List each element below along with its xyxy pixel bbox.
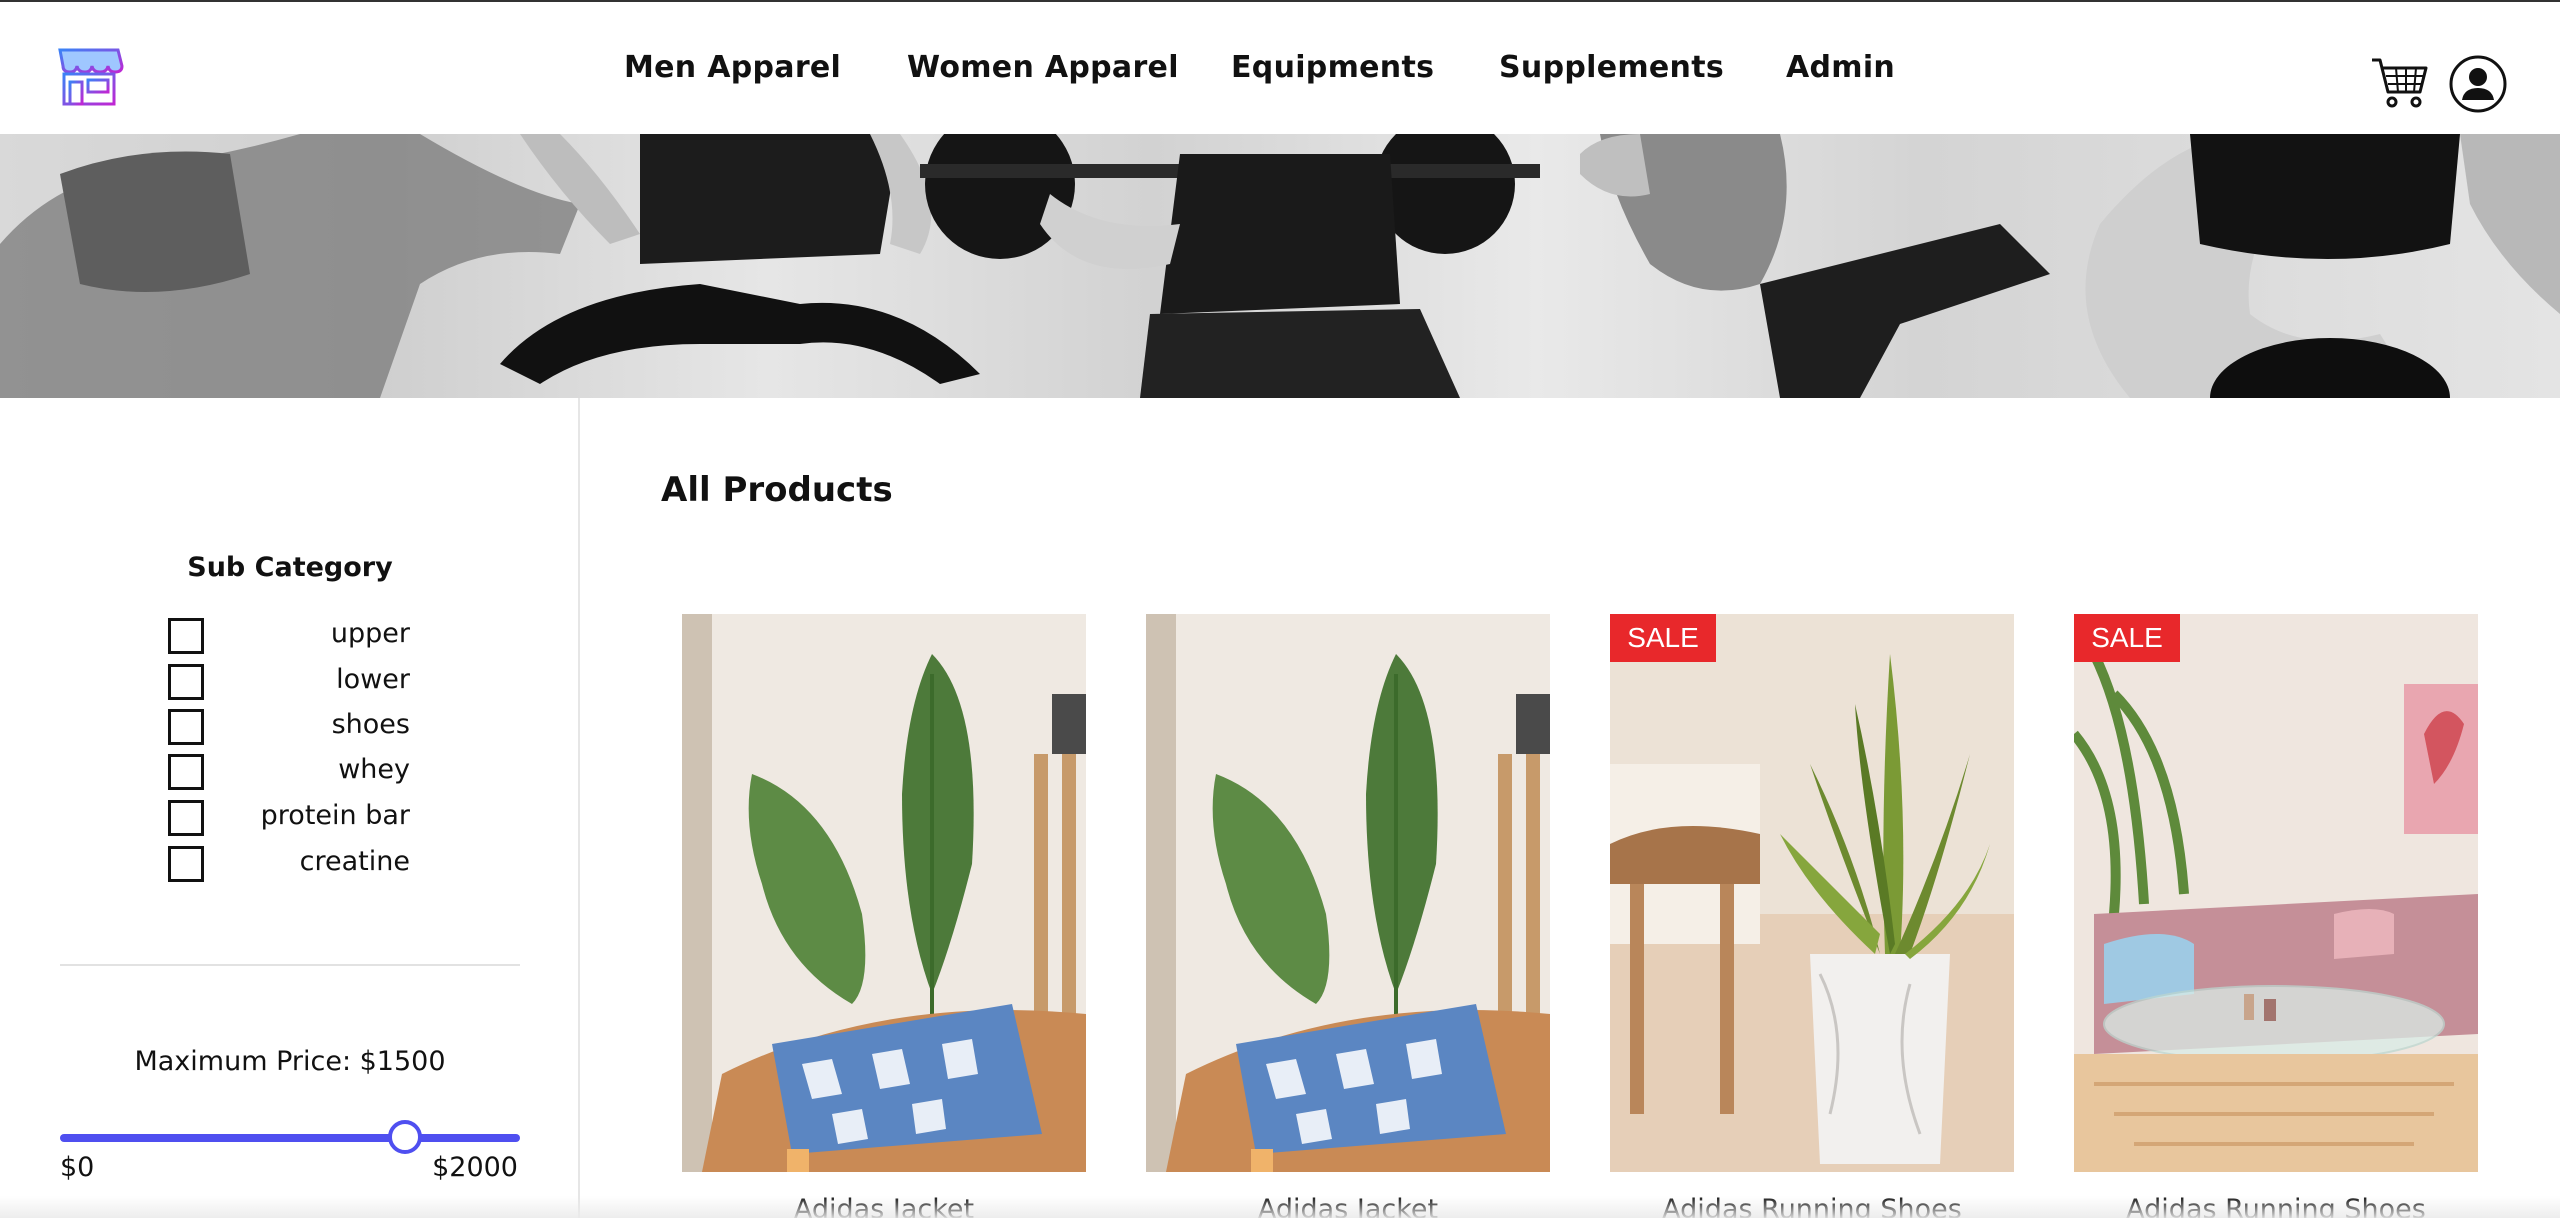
product-name[interactable]: Adidas Running Shoes — [1610, 1194, 2014, 1218]
product-name[interactable]: Adidas Jacket — [682, 1194, 1086, 1218]
filter-sidebar: Sub Category upper lower shoes whey prot… — [0, 398, 580, 1218]
filter-checkbox[interactable] — [168, 709, 204, 745]
filter-label: creatine — [299, 846, 410, 877]
slider-max-label: $2000 — [432, 1152, 518, 1183]
filter-creatine[interactable]: creatine — [168, 844, 410, 882]
filter-protein-bar[interactable]: protein bar — [168, 798, 410, 836]
filter-checkbox[interactable] — [168, 664, 204, 700]
product-card[interactable]: Adidas Jacket — [1146, 614, 1550, 1218]
product-image[interactable]: SALE — [1610, 614, 2014, 1172]
hero-banner — [0, 134, 2560, 398]
sidebar-divider — [60, 964, 520, 966]
filter-whey[interactable]: whey — [168, 752, 410, 790]
sale-badge: SALE — [2074, 614, 2180, 662]
max-price-label: Maximum Price: $1500 — [134, 1046, 446, 1077]
sale-badge: SALE — [1610, 614, 1716, 662]
fitness-athletes-banner-image — [0, 134, 2560, 398]
page-title: All Products — [661, 470, 893, 510]
site-header: Men Apparel Women Apparel Equipments Sup… — [0, 0, 2560, 134]
product-card[interactable]: SALE Adidas Running Shoes — [1610, 614, 2014, 1218]
product-name[interactable]: Adidas Running Shoes — [2074, 1194, 2478, 1218]
product-card[interactable]: SALE Adidas Running Shoes — [2074, 614, 2478, 1218]
filter-label: whey — [338, 754, 410, 785]
product-image[interactable] — [1146, 614, 1550, 1172]
nav-men-apparel[interactable]: Men Apparel — [624, 50, 841, 85]
product-name[interactable]: Adidas Jacket — [1146, 1194, 1550, 1218]
slider-min-label: $0 — [60, 1152, 95, 1183]
filter-checkbox[interactable] — [168, 846, 204, 882]
filter-shoes[interactable]: shoes — [168, 707, 410, 745]
filter-label: protein bar — [260, 800, 410, 831]
slider-thumb[interactable] — [388, 1120, 422, 1154]
filter-checkbox[interactable] — [168, 800, 204, 836]
nav-equipments[interactable]: Equipments — [1231, 50, 1434, 85]
product-image[interactable]: SALE — [2074, 614, 2478, 1172]
sub-category-title: Sub Category — [187, 552, 393, 583]
product-card[interactable]: Adidas Jacket — [682, 614, 1086, 1218]
user-account-icon[interactable] — [2448, 54, 2508, 114]
filter-lower[interactable]: lower — [168, 662, 410, 700]
filter-upper[interactable]: upper — [168, 616, 410, 654]
filter-label: upper — [330, 618, 410, 649]
product-image[interactable] — [682, 614, 1086, 1172]
filter-label: shoes — [331, 709, 410, 740]
cart-icon[interactable] — [2370, 54, 2428, 110]
slider-track[interactable] — [60, 1134, 520, 1142]
filter-label: lower — [336, 664, 410, 695]
filter-checkbox[interactable] — [168, 618, 204, 654]
filter-checkbox[interactable] — [168, 754, 204, 790]
nav-women-apparel[interactable]: Women Apparel — [907, 50, 1179, 85]
nav-admin[interactable]: Admin — [1786, 50, 1895, 85]
main-navigation: Men Apparel Women Apparel Equipments Sup… — [0, 50, 2560, 94]
nav-supplements[interactable]: Supplements — [1499, 50, 1724, 85]
